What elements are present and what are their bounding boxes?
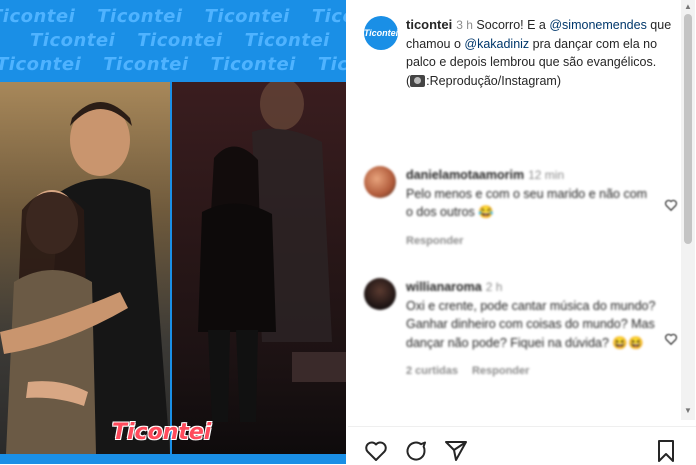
comment-body: danielamotaamorim 12 min Pelo menos e com…: [406, 166, 656, 250]
commenter-avatar[interactable]: [364, 166, 396, 198]
media-bottom-band: [0, 454, 346, 464]
pattern-text: Ticontei: [97, 6, 183, 27]
commenter-username[interactable]: danielamotaamorim: [406, 168, 524, 182]
post-action-bar: [348, 426, 696, 465]
scroll-down-arrow-icon[interactable]: ▼: [684, 406, 692, 415]
comment-time: 2 h: [485, 280, 503, 294]
comment-meta: Responder: [406, 232, 656, 251]
comment-like-heart-icon[interactable]: [664, 198, 678, 212]
pattern-text: Ticontei: [204, 6, 290, 27]
brand-pattern-row: Ticontei Ticontei Ticontei Ticontei: [0, 6, 346, 32]
stage-photo: [172, 82, 346, 454]
brand-pattern-row: Ticontei Ticontei Ticontei Ticontei: [0, 54, 346, 80]
caption-text: Socorro! E a: [476, 18, 550, 32]
pattern-text: Ticontei: [30, 30, 116, 51]
comment-body: willianaroma 2 h Oxi e crente, pode canta…: [406, 278, 656, 381]
comments-scrollbar[interactable]: ▲ ▼: [681, 0, 695, 420]
comment-item: danielamotaamorim 12 min Pelo menos e com…: [364, 166, 684, 256]
comment-text: Pelo menos e com o seu marido e não com …: [406, 186, 648, 220]
comment-item: willianaroma 2 h Oxi e crente, pode canta…: [364, 278, 684, 408]
scroll-thumb[interactable]: [684, 14, 692, 244]
heart-icon[interactable]: [364, 439, 388, 463]
commenter-username[interactable]: willianaroma: [406, 280, 482, 294]
pattern-text: Ticontei: [311, 6, 346, 27]
post-time[interactable]: 3 h: [456, 18, 473, 32]
comment-meta: 2 curtidas Responder: [406, 362, 656, 381]
reply-button[interactable]: Responder: [472, 365, 529, 377]
pattern-text: Ticontei: [0, 54, 82, 75]
stage-illustration: [198, 82, 346, 422]
couple-illustration: [0, 102, 170, 454]
comment-icon[interactable]: [404, 439, 428, 463]
comment-like-heart-icon[interactable]: [664, 332, 678, 346]
author-username[interactable]: ticontei: [406, 17, 452, 32]
pattern-text: Ticontei: [0, 6, 76, 27]
post-panel: Ticontei ticontei 3 h Socorro! E a @simon…: [348, 0, 696, 465]
share-icon[interactable]: [444, 439, 468, 463]
reply-button[interactable]: Responder: [406, 235, 463, 247]
brand-pattern-row: Ticontei Ticontei Ticontei Ticontei: [30, 30, 346, 56]
mention-link[interactable]: @simonemendes: [549, 18, 646, 32]
mention-link[interactable]: @kakadiniz: [464, 37, 529, 51]
comment-time: 12 min: [528, 168, 565, 182]
bookmark-icon[interactable]: [654, 439, 678, 463]
photo-credit: Reprodução/Instagram: [429, 73, 557, 88]
pattern-text: Ticontei: [244, 30, 330, 51]
pattern-text: Ticontei: [317, 54, 346, 75]
likes-count[interactable]: 2 curtidas: [406, 365, 458, 377]
camera-icon: [410, 74, 426, 87]
pattern-text: Ticontei: [210, 54, 296, 75]
commenter-avatar[interactable]: [364, 278, 396, 310]
pattern-text: Ticontei: [103, 54, 189, 75]
couple-photo: [0, 82, 170, 454]
post-media[interactable]: Ticontei Ticontei Ticontei Ticontei Tico…: [0, 0, 346, 464]
scroll-up-arrow-icon[interactable]: ▲: [684, 2, 692, 11]
post-caption: ticontei 3 h Socorro! E a @simonemendes q…: [406, 17, 672, 88]
pattern-text: Ticontei: [137, 30, 223, 51]
brand-watermark: Ticontei: [112, 420, 212, 445]
author-avatar[interactable]: Ticontei: [364, 16, 398, 50]
comment-text: Oxi e crente, pode cantar música do mund…: [406, 298, 656, 350]
